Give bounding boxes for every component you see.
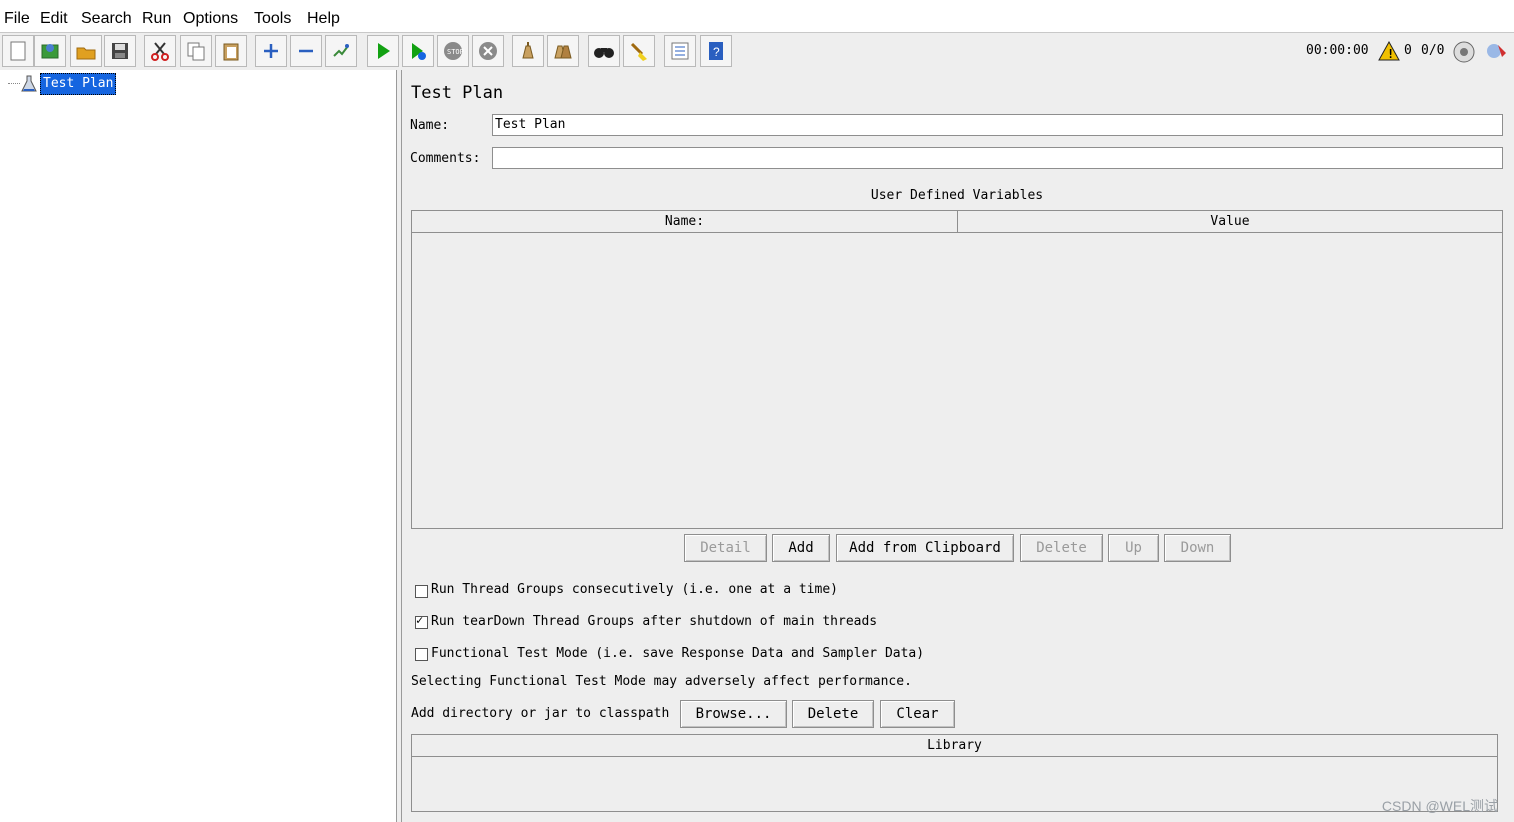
flask-icon: [21, 75, 37, 97]
tree-node-test-plan[interactable]: Test Plan: [40, 73, 117, 95]
functional-mode-label: Functional Test Mode (i.e. save Response…: [431, 646, 925, 661]
help-icon[interactable]: ?: [700, 35, 732, 67]
up-button[interactable]: Up: [1108, 534, 1159, 562]
browse-button[interactable]: Browse...: [680, 700, 787, 728]
watermark: CSDN @WEL测试: [1381, 798, 1498, 814]
udv-table[interactable]: Name: Value: [411, 210, 1503, 529]
templates-icon[interactable]: [34, 35, 66, 67]
search-icon[interactable]: [588, 35, 620, 67]
start-icon[interactable]: [367, 35, 399, 67]
classpath-delete-button[interactable]: Delete: [792, 700, 874, 728]
warning-count: 0: [1404, 43, 1412, 58]
menu-search[interactable]: Search: [81, 10, 132, 28]
menu-options[interactable]: Options: [183, 10, 238, 28]
warning-icon[interactable]: !: [1378, 40, 1400, 65]
menu-help[interactable]: Help: [307, 10, 340, 28]
toolbar: STOP ? 00:00:00 ! 0 0/0: [0, 32, 1514, 71]
clear-icon[interactable]: [512, 35, 544, 67]
classpath-label: Add directory or jar to classpath: [411, 706, 670, 721]
tree-connector: [8, 83, 20, 84]
add-button[interactable]: Add: [772, 534, 830, 562]
active-threads: 0/0: [1421, 43, 1445, 58]
shutdown-icon[interactable]: [472, 35, 504, 67]
name-label: Name:: [410, 118, 450, 133]
clear-all-icon[interactable]: [547, 35, 579, 67]
open-icon[interactable]: [70, 35, 102, 67]
library-table[interactable]: Library: [411, 734, 1498, 812]
udv-col-name[interactable]: Name:: [412, 211, 958, 233]
library-col[interactable]: Library: [412, 735, 1497, 757]
menu-file[interactable]: File: [4, 10, 30, 28]
elapsed-timer: 00:00:00: [1306, 43, 1369, 58]
comments-field[interactable]: [492, 147, 1503, 169]
functional-mode-checkbox[interactable]: [415, 648, 428, 661]
save-icon[interactable]: [104, 35, 136, 67]
functional-mode-note: Selecting Functional Test Mode may adver…: [411, 674, 912, 689]
svg-text:?: ?: [713, 45, 720, 59]
menu-run[interactable]: Run: [142, 10, 171, 28]
run-consecutively-label: Run Thread Groups consecutively (i.e. on…: [431, 582, 838, 597]
paste-icon[interactable]: [215, 35, 247, 67]
stop-icon[interactable]: STOP: [437, 35, 469, 67]
comments-label: Comments:: [410, 151, 481, 166]
detail-button[interactable]: Detail: [684, 534, 767, 562]
collapse-icon[interactable]: [290, 35, 322, 67]
svg-text:STOP: STOP: [447, 48, 464, 56]
run-teardown-label: Run tearDown Thread Groups after shutdow…: [431, 614, 878, 629]
add-from-clipboard-button[interactable]: Add from Clipboard: [836, 534, 1014, 562]
delete-button[interactable]: Delete: [1020, 534, 1103, 562]
new-icon[interactable]: [2, 35, 34, 67]
status-circle-icon: [1452, 40, 1476, 68]
test-plan-tree: [0, 70, 397, 822]
reset-search-icon[interactable]: [623, 35, 655, 67]
menu-tools[interactable]: Tools: [254, 10, 291, 28]
udv-title: User Defined Variables: [870, 188, 1044, 203]
log-viewer-icon[interactable]: [1484, 39, 1508, 67]
toggle-icon[interactable]: [325, 35, 357, 67]
down-button[interactable]: Down: [1164, 534, 1231, 562]
run-consecutively-checkbox[interactable]: [415, 585, 428, 598]
classpath-clear-button[interactable]: Clear: [880, 700, 955, 728]
cut-icon[interactable]: [144, 35, 176, 67]
function-helper-icon[interactable]: [664, 35, 696, 67]
udv-col-value[interactable]: Value: [958, 211, 1502, 233]
panel-title: Test Plan: [411, 83, 504, 103]
menu-edit[interactable]: Edit: [40, 10, 68, 28]
name-field[interactable]: Test Plan: [492, 114, 1503, 136]
menu-bar: File Edit Search Run Options Tools Help: [0, 6, 1514, 32]
expand-icon[interactable]: [255, 35, 287, 67]
run-teardown-checkbox[interactable]: [415, 613, 428, 629]
svg-text:!: !: [1387, 47, 1394, 61]
copy-icon[interactable]: [180, 35, 212, 67]
start-no-pauses-icon[interactable]: [402, 35, 434, 67]
